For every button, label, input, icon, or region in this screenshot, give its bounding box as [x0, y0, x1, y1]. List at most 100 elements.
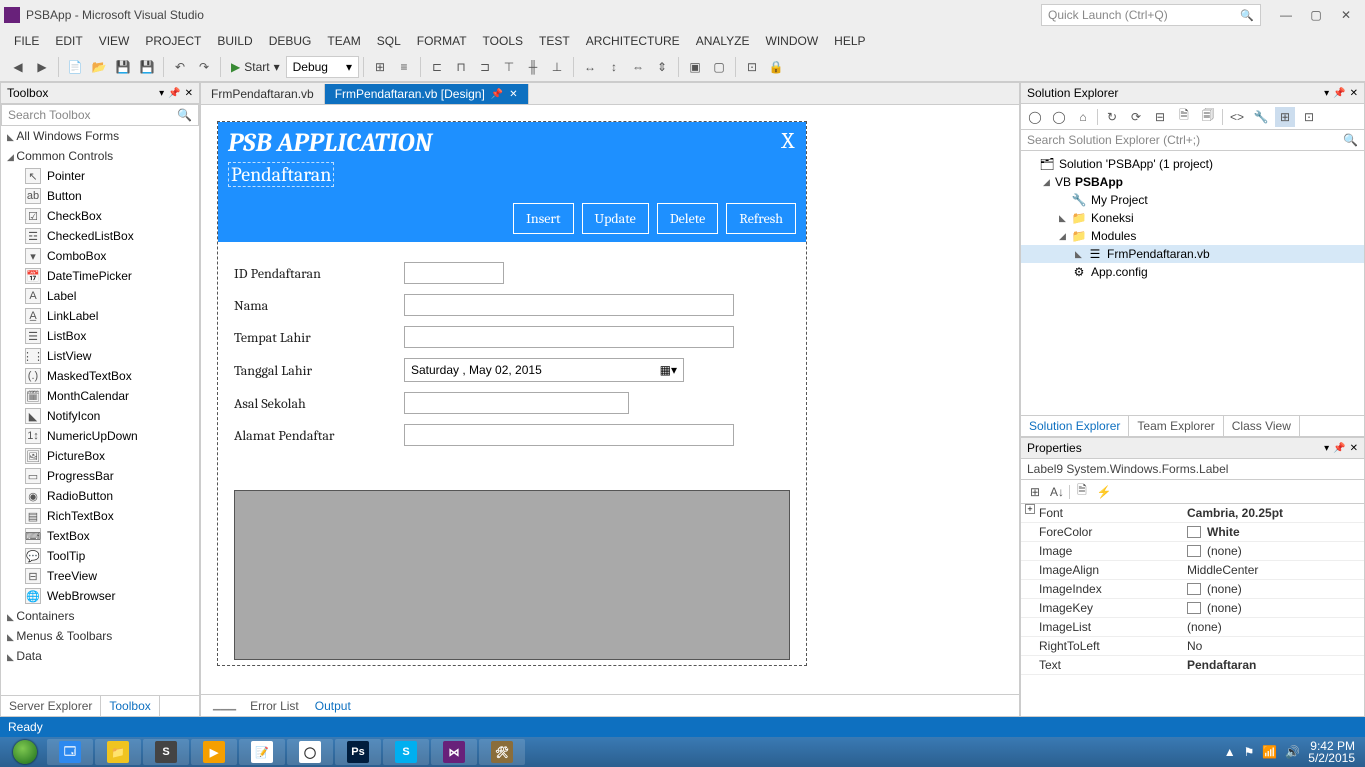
- toolbox-item[interactable]: ☲CheckedListBox: [1, 226, 199, 246]
- prop-row[interactable]: Image(none): [1021, 542, 1364, 561]
- collapse-button[interactable]: ⊟: [1150, 107, 1170, 127]
- align-bottom-button[interactable]: ⊥: [546, 56, 568, 78]
- prop-row[interactable]: ImageAlignMiddleCenter: [1021, 561, 1364, 580]
- flag-icon[interactable]: ⚑: [1244, 745, 1255, 759]
- toolbox-item[interactable]: ◣NotifyIcon: [1, 406, 199, 426]
- start-button[interactable]: [4, 739, 46, 765]
- editor-tab[interactable]: FrmPendaftaran.vb: [201, 84, 325, 104]
- toolbox-item[interactable]: 📅DateTimePicker: [1, 266, 199, 286]
- text-input[interactable]: [404, 392, 629, 414]
- close-button[interactable]: ✕: [1331, 8, 1361, 22]
- refresh-button[interactable]: Refresh: [726, 203, 796, 234]
- config-dropdown[interactable]: Debug▾: [286, 56, 359, 78]
- volume-icon[interactable]: 🔊: [1285, 745, 1300, 759]
- vspace-button[interactable]: ↕: [603, 56, 625, 78]
- prop-value[interactable]: (none): [1181, 542, 1364, 560]
- taskbar-app[interactable]: ⋈: [431, 739, 477, 765]
- menu-file[interactable]: FILE: [6, 32, 47, 50]
- toolbox-search-input[interactable]: Search Toolbox 🔍: [1, 104, 199, 126]
- toolbox-item[interactable]: ▾ComboBox: [1, 246, 199, 266]
- taskbar-app[interactable]: ▶: [191, 739, 237, 765]
- align-center-button[interactable]: ⊓: [450, 56, 472, 78]
- text-input[interactable]: [404, 424, 734, 446]
- align-top-button[interactable]: ⊤: [498, 56, 520, 78]
- wrench-button[interactable]: 🔧: [1251, 107, 1271, 127]
- prop-row[interactable]: ImageList(none): [1021, 618, 1364, 637]
- menu-team[interactable]: TEAM: [319, 32, 368, 50]
- form-designer[interactable]: PSB APPLICATION Pendaftaran X InsertUpda…: [217, 121, 807, 666]
- editor-tab[interactable]: FrmPendaftaran.vb [Design]📌✕: [325, 84, 529, 104]
- menu-edit[interactable]: EDIT: [47, 32, 90, 50]
- fwd-button[interactable]: ◯: [1049, 107, 1069, 127]
- pin-icon[interactable]: 📌: [1333, 443, 1345, 454]
- toolbox-item[interactable]: 🗓MonthCalendar: [1, 386, 199, 406]
- menu-debug[interactable]: DEBUG: [261, 32, 320, 50]
- align-left-button[interactable]: ⊏: [426, 56, 448, 78]
- pin-icon[interactable]: 📌: [1333, 88, 1345, 99]
- close-icon[interactable]: ✕: [1350, 443, 1358, 454]
- expand-icon[interactable]: ◢: [1059, 231, 1071, 242]
- dropdown-icon[interactable]: ▾: [159, 88, 164, 99]
- tab-output[interactable]: Output: [307, 697, 359, 715]
- toolbox-item[interactable]: 💬ToolTip: [1, 546, 199, 566]
- prop-value[interactable]: Cambria, 20.25pt: [1181, 504, 1364, 522]
- prop-value[interactable]: (none): [1181, 618, 1364, 636]
- properties-button[interactable]: 🗐: [1198, 107, 1218, 127]
- text-input[interactable]: [404, 326, 734, 348]
- tree-node[interactable]: ⚙App.config: [1021, 263, 1364, 281]
- prop-row[interactable]: +FontCambria, 20.25pt: [1021, 504, 1364, 523]
- prop-row[interactable]: ImageKey(none): [1021, 599, 1364, 618]
- pin-icon[interactable]: 📌: [491, 89, 503, 100]
- form-close-label[interactable]: X: [781, 128, 794, 154]
- toolbox-item[interactable]: ALabel: [1, 286, 199, 306]
- prop-row[interactable]: ImageIndex(none): [1021, 580, 1364, 599]
- pin-icon[interactable]: 📌: [168, 88, 180, 99]
- hspace-button[interactable]: ↔: [579, 56, 601, 78]
- align-right-button[interactable]: ⊐: [474, 56, 496, 78]
- undo-button[interactable]: ↶: [169, 56, 191, 78]
- close-icon[interactable]: ✕: [1350, 88, 1358, 99]
- start-debug-button[interactable]: ▶Start▾: [225, 60, 286, 74]
- tree-node[interactable]: 🗂Solution 'PSBApp' (1 project): [1021, 155, 1364, 173]
- expand-icon[interactable]: ◣: [1059, 213, 1071, 224]
- expand-icon[interactable]: ◢: [1043, 177, 1055, 188]
- expand-icon[interactable]: +: [1025, 504, 1035, 514]
- toolbox-item[interactable]: abButton: [1, 186, 199, 206]
- prop-row[interactable]: RightToLeftNo: [1021, 637, 1364, 656]
- tree-node[interactable]: ◣☰FrmPendaftaran.vb: [1021, 245, 1364, 263]
- tab-order-button[interactable]: ⊡: [741, 56, 763, 78]
- view-designer-button[interactable]: ⊞: [1275, 107, 1295, 127]
- events-button[interactable]: ⚡: [1094, 482, 1114, 502]
- same-width-button[interactable]: ⇔: [627, 56, 649, 78]
- clock[interactable]: 9:42 PM 5/2/2015: [1308, 740, 1355, 764]
- tree-node[interactable]: ◣📁Koneksi: [1021, 209, 1364, 227]
- toolbox-cat[interactable]: Common Controls: [1, 146, 199, 166]
- categorized-button[interactable]: ⊞: [1025, 482, 1045, 502]
- toolbox-item[interactable]: ◉RadioButton: [1, 486, 199, 506]
- text-input[interactable]: [404, 294, 734, 316]
- toolbox-item[interactable]: 🌐WebBrowser: [1, 586, 199, 606]
- align-middle-button[interactable]: ╫: [522, 56, 544, 78]
- save-all-button[interactable]: 💾: [136, 56, 158, 78]
- form-subtitle[interactable]: Pendaftaran: [228, 162, 334, 187]
- dropdown-icon[interactable]: ▾: [1324, 443, 1329, 454]
- view-code-button[interactable]: <>: [1227, 107, 1247, 127]
- taskbar-app[interactable]: 📝: [239, 739, 285, 765]
- menu-view[interactable]: VIEW: [91, 32, 138, 50]
- tree-node[interactable]: ◢📁Modules: [1021, 227, 1364, 245]
- solexp-tab[interactable]: Solution Explorer: [1021, 416, 1129, 436]
- menu-window[interactable]: WINDOW: [758, 32, 827, 50]
- expand-icon[interactable]: ◣: [1075, 249, 1087, 260]
- network-icon[interactable]: 📶: [1262, 745, 1277, 759]
- refresh-button[interactable]: ↻: [1102, 107, 1122, 127]
- prop-value[interactable]: (none): [1181, 580, 1364, 598]
- system-tray[interactable]: ▲ ⚑ 📶 🔊 9:42 PM 5/2/2015: [1218, 740, 1361, 764]
- taskbar-app[interactable]: Ps: [335, 739, 381, 765]
- minimize-button[interactable]: —: [1271, 8, 1301, 22]
- preview-button[interactable]: ⊡: [1299, 107, 1319, 127]
- redo-button[interactable]: ↷: [193, 56, 215, 78]
- menu-format[interactable]: FORMAT: [409, 32, 475, 50]
- same-height-button[interactable]: ⇕: [651, 56, 673, 78]
- taskbar-app[interactable]: 📁: [95, 739, 141, 765]
- menu-project[interactable]: PROJECT: [137, 32, 209, 50]
